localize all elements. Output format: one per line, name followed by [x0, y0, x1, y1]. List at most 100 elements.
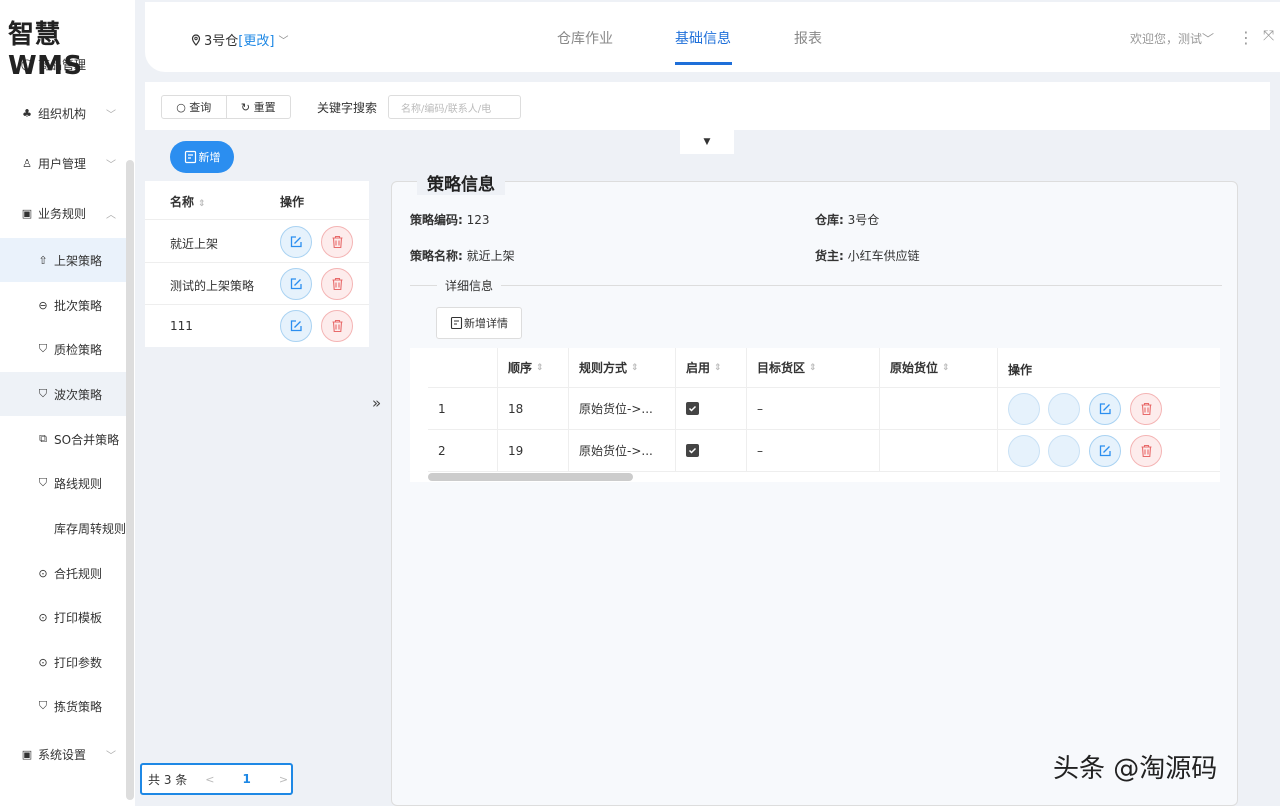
column-header-target-zone[interactable]: 目标货区 ⇕ [747, 348, 880, 388]
trash-icon [332, 277, 342, 291]
sidebar-item-label: 质检策略 [54, 342, 103, 357]
section-divider [410, 285, 1222, 286]
fullscreen-icon[interactable]: ⤧ [1263, 28, 1274, 44]
next-page-button[interactable]: > [279, 773, 288, 786]
action-button[interactable] [1048, 393, 1080, 425]
column-header-origin[interactable]: 原始货位 ⇕ [880, 348, 998, 388]
sort-icon: ⇕ [809, 362, 817, 373]
delete-button[interactable] [321, 226, 353, 258]
delete-button[interactable] [321, 268, 353, 300]
chevron-down-icon: ﹀ [106, 159, 116, 171]
refresh-icon: ↻ [240, 100, 254, 114]
cell-order: 18 [498, 388, 569, 430]
prev-page-button[interactable]: < [205, 773, 214, 786]
header-label: 规则方式 [579, 361, 628, 375]
tab-reports[interactable]: 报表 [794, 28, 822, 48]
edit-button[interactable] [280, 310, 312, 342]
action-button[interactable] [1008, 393, 1040, 425]
sidebar-item-print-params[interactable]: ⊙ 打印参数 [0, 640, 126, 684]
list-item[interactable]: 就近上架 [145, 221, 369, 263]
edit-button[interactable] [1089, 393, 1121, 425]
delete-button[interactable] [321, 310, 353, 342]
sidebar-item-qc[interactable]: ⛉ 质检策略 [0, 327, 126, 371]
sidebar-item-user[interactable]: ♙ 用户管理 ﹀ [0, 141, 126, 185]
edit-button[interactable] [280, 226, 312, 258]
pagination: 共 3 条 < 1 > [140, 763, 293, 795]
edit-button[interactable] [1089, 435, 1121, 467]
cell-target-zone: – [747, 388, 880, 430]
sidebar-item-pallet[interactable]: ⊙ 合托规则 [0, 551, 126, 595]
sidebar-item-wave[interactable]: ⛉ 波次策略 [0, 372, 126, 416]
list-item-name: 就近上架 [170, 237, 219, 251]
sidebar-scrollbar[interactable] [126, 160, 134, 800]
delete-button[interactable] [1130, 435, 1162, 467]
warehouse-selector[interactable]: 3号仓 [更改] ﹀ [190, 30, 288, 49]
sidebar-item-turnover[interactable]: 库存周转规则 [0, 506, 126, 550]
trash-icon [1141, 444, 1151, 458]
column-header-name[interactable]: 名称 ⇕ [170, 193, 206, 210]
batch-icon: ⊖ [38, 298, 48, 312]
more-vertical-icon[interactable]: ⋮ [1238, 28, 1254, 47]
sidebar-item-route[interactable]: ⛉ 路线规则 [0, 461, 126, 505]
section-title: 详细信息 [437, 277, 502, 294]
sidebar-item-system-settings[interactable]: ▣ 系统设置 ﹀ [0, 732, 126, 776]
search-bar: ○ 查询 ↻ 重置 关键字搜索 名称/编码/联系人/电 [145, 82, 1270, 130]
edit-button[interactable] [280, 268, 312, 300]
enabled-checkbox[interactable] [686, 444, 699, 457]
check-icon [688, 447, 697, 454]
sidebar-item-business-rules[interactable]: ▣ 业务规则 ︿ [0, 191, 126, 235]
sidebar-item-label: 组织机构 [38, 106, 87, 121]
sort-icon: ⇕ [714, 362, 722, 373]
page-number-button[interactable]: 1 [242, 772, 250, 786]
sidebar-item-label: 路线规则 [54, 476, 103, 491]
delete-button[interactable] [1130, 393, 1162, 425]
user-menu[interactable]: 欢迎您，测试﹀ [1130, 30, 1214, 47]
add-detail-button[interactable]: 新增详情 [436, 307, 522, 339]
strategy-list: 名称 ⇕ 操作 就近上架 测试的上架策略 111 [145, 181, 369, 347]
enabled-checkbox[interactable] [686, 402, 699, 415]
caret-down-icon: ▼ [703, 137, 711, 147]
list-item-name: 111 [170, 319, 193, 333]
warehouse-info: 仓库: 3号仓 [815, 211, 879, 228]
sidebar-item-so-merge[interactable]: ⧉ SO合并策略 [0, 417, 126, 461]
add-button[interactable]: 新增 [170, 141, 234, 173]
list-item[interactable]: 111 [145, 305, 369, 347]
sidebar-item-label: 拣货策略 [54, 699, 103, 714]
double-chevron-right-icon[interactable]: » [372, 394, 381, 412]
list-item[interactable]: 测试的上架策略 [145, 263, 369, 305]
settings-icon: ▣ [21, 747, 33, 761]
sort-icon: ⇕ [198, 199, 206, 209]
sidebar-item-picking[interactable]: ⛉ 拣货策略 [0, 684, 126, 728]
action-button[interactable] [1048, 435, 1080, 467]
sidebar-item-org[interactable]: ♣ 组织机构 ﹀ [0, 91, 126, 135]
sidebar-item-putaway[interactable]: ⇧ 上架策略 [0, 238, 126, 282]
column-header-rule[interactable]: 规则方式 ⇕ [569, 348, 676, 388]
table-horizontal-scrollbar[interactable] [428, 473, 633, 481]
panel-title: 策略信息 [417, 170, 505, 195]
keyword-input[interactable]: 名称/编码/联系人/电 [388, 95, 521, 119]
collapse-toggle[interactable]: ▼ [680, 130, 734, 154]
shield-icon: ⛉ [38, 476, 48, 489]
strategy-name: 策略名称: 就近上架 [410, 247, 515, 264]
change-warehouse-link[interactable]: [更改] [238, 30, 274, 49]
app-logo: 智慧WMS [8, 20, 83, 81]
column-header-enabled[interactable]: 启用 ⇕ [676, 348, 747, 388]
strategy-code-label: 策略编码: [410, 213, 463, 227]
pagination-total: 共 3 条 [148, 772, 188, 787]
query-button[interactable]: ○ 查询 [162, 96, 226, 118]
sidebar-item-label: 库存周转规则 [54, 521, 126, 536]
shield-icon: ⛉ [38, 699, 48, 712]
sidebar-item-print-template[interactable]: ⊙ 打印模板 [0, 595, 126, 639]
active-tab-indicator [675, 62, 732, 65]
sidebar-item-batch[interactable]: ⊖ 批次策略 [0, 283, 126, 327]
warehouse-label: 仓库: [815, 213, 844, 227]
dots-icon: ⊙ [38, 566, 48, 580]
column-header-order[interactable]: 顺序 ⇕ [498, 348, 569, 388]
owner-info: 货主: 小红车供应链 [815, 247, 920, 264]
action-button[interactable] [1008, 435, 1040, 467]
tab-basic-info[interactable]: 基础信息 [675, 28, 731, 48]
tab-warehouse-ops[interactable]: 仓库作业 [557, 28, 613, 48]
edit-icon [290, 278, 302, 290]
column-header-index [428, 348, 498, 388]
reset-button[interactable]: ↻ 重置 [225, 96, 291, 118]
